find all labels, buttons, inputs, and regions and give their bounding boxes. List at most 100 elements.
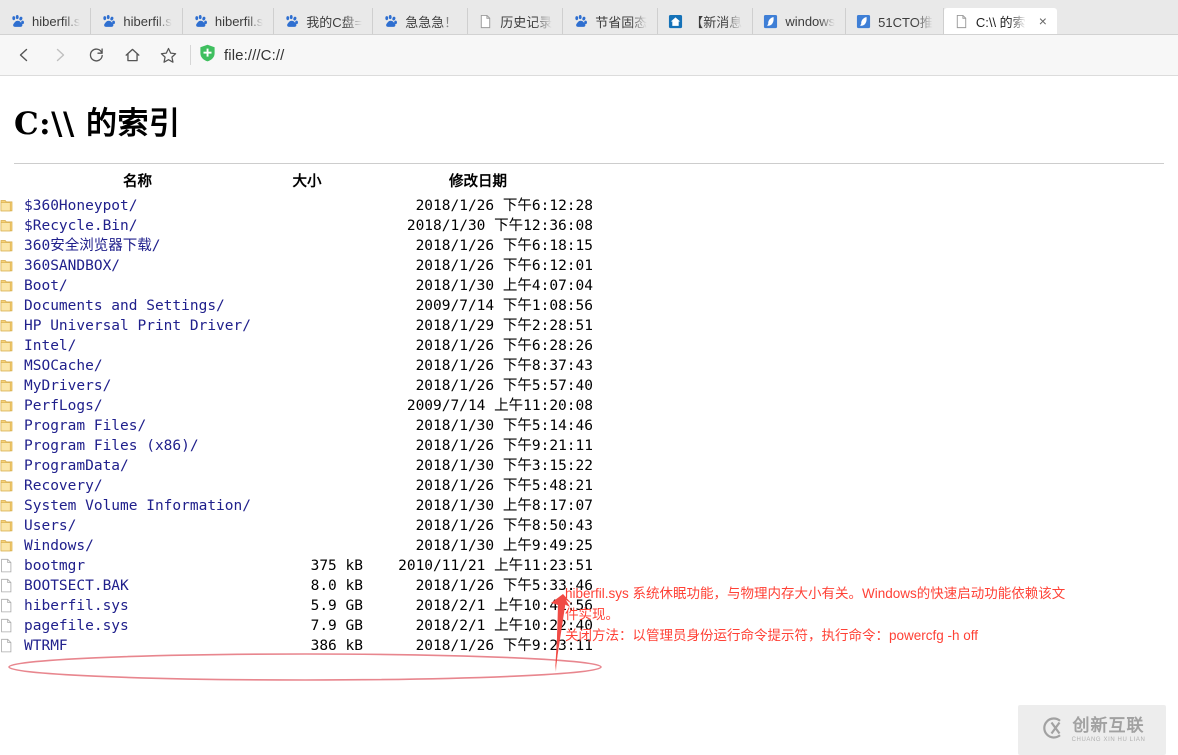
row-name-cell[interactable]: 360SANDBOX/ [24,256,251,276]
url-text[interactable]: file:///C:// [224,47,284,64]
file-icon [1,638,12,653]
row-name-cell[interactable]: PerfLogs/ [24,396,251,416]
column-header-date[interactable]: 修改日期 [363,170,593,196]
tab-6[interactable]: 节省固态 [563,8,659,34]
forward-button[interactable] [42,39,78,71]
row-name-cell[interactable]: $Recycle.Bin/ [24,216,251,236]
tab-1[interactable]: hiberfil.s [91,8,183,34]
row-name-cell[interactable]: Windows/ [24,536,251,556]
row-name-cell[interactable]: bootmgr [24,556,251,576]
row-name-link[interactable]: Documents and Settings/ [24,298,225,314]
table-row[interactable]: bootmgr 375 kB 2010/11/21 上午11:23:51 [0,556,593,576]
table-row[interactable]: HP Universal Print Driver/2018/1/29 下午2:… [0,316,593,336]
row-name-link[interactable]: MSOCache/ [24,358,103,374]
row-name-cell[interactable]: pagefile.sys [24,616,251,636]
row-name-cell[interactable]: Program Files (x86)/ [24,436,251,456]
row-name-link[interactable]: HP Universal Print Driver/ [24,318,251,334]
table-row[interactable]: Program Files/2018/1/30 下午5:14:46 [0,416,593,436]
row-name-cell[interactable]: Users/ [24,516,251,536]
bookmark-star-button[interactable] [150,39,186,71]
row-name-link[interactable]: Users/ [24,518,76,534]
table-row[interactable]: Program Files (x86)/ 2018/1/26 下午9:21:11 [0,436,593,456]
row-name-cell[interactable]: Recovery/ [24,476,251,496]
tab-9[interactable]: 51CTO推 [846,8,944,34]
close-tab-icon[interactable]: × [1039,14,1047,28]
row-date-cell: 2018/1/30 下午12:36:08 [406,218,593,234]
table-row[interactable]: Users/2018/1/26 下午8:50:43 [0,516,593,536]
row-name-cell[interactable]: WTRMF [24,636,251,656]
row-name-link[interactable]: Program Files/ [24,418,146,434]
row-name-cell[interactable]: System Volume Information/ [24,496,251,516]
table-row[interactable]: 360SANDBOX/2018/1/26 下午6:12:01 [0,256,593,276]
table-row[interactable]: BOOTSECT.BAK 8.0 kB 2018/1/26 下午5:33:46 [0,576,593,596]
row-name-link[interactable]: pagefile.sys [24,618,129,634]
tab-2[interactable]: hiberfil.s [183,8,275,34]
row-name-link[interactable]: Intel/ [24,338,76,354]
row-name-cell[interactable]: HP Universal Print Driver/ [24,316,251,336]
row-name-cell[interactable]: MSOCache/ [24,356,251,376]
row-name-link[interactable]: Windows/ [24,538,94,554]
row-name-link[interactable]: 360安全浏览器下载/ [24,238,160,254]
row-name-link[interactable]: PerfLogs/ [24,398,103,414]
row-name-link[interactable]: MyDrivers/ [24,378,111,394]
row-name-cell[interactable]: BOOTSECT.BAK [24,576,251,596]
table-row[interactable]: MyDrivers/2018/1/26 下午5:57:40 [0,376,593,396]
tab-7[interactable]: 【新消息 [658,8,754,34]
row-name-link[interactable]: Boot/ [24,278,68,294]
table-row[interactable]: $360Honeypot/2018/1/26 下午6:12:28 [0,196,593,216]
row-name-cell[interactable]: ProgramData/ [24,456,251,476]
row-name-link[interactable]: Program Files (x86)/ [24,438,199,454]
row-name-cell[interactable]: Program Files/ [24,416,251,436]
table-row[interactable]: Documents and Settings/2009/7/14 下午1:08:… [0,296,593,316]
annotation-line-3: 关闭方法：以管理员身份运行命令提示符，执行命令：powercfg -h off [565,628,979,643]
reload-button[interactable] [78,39,114,71]
table-row[interactable]: 360安全浏览器下载/2018/1/26 下午6:18:15 [0,236,593,256]
row-name-cell[interactable]: Documents and Settings/ [24,296,251,316]
tab-active[interactable]: C:\\ 的索 × [943,8,1057,34]
table-row[interactable]: hiberfil.sys 5.9 GB 2018/2/1 上午10:41:56 [0,596,593,616]
table-row[interactable]: $Recycle.Bin/2018/1/30 下午12:36:08 [0,216,593,236]
row-name-cell[interactable]: Intel/ [24,336,251,356]
table-row[interactable]: Boot/2018/1/30 上午4:07:04 [0,276,593,296]
row-name-link[interactable]: $Recycle.Bin/ [24,218,138,234]
row-name-link[interactable]: BOOTSECT.BAK [24,578,129,594]
column-header-size[interactable]: 大小 [251,170,363,196]
row-icon-cell [0,556,24,576]
row-name-cell[interactable]: MyDrivers/ [24,376,251,396]
back-button[interactable] [6,39,42,71]
row-name-cell[interactable]: $360Honeypot/ [24,196,251,216]
table-row[interactable]: Windows/2018/1/30 上午9:49:25 [0,536,593,556]
folder-icon [0,200,13,212]
table-row[interactable]: ProgramData/2018/1/30 下午3:15:22 [0,456,593,476]
row-date-cell: 2018/1/26 下午5:48:21 [415,478,593,494]
row-name-link[interactable]: bootmgr [24,558,85,574]
row-name-link[interactable]: hiberfil.sys [24,598,129,614]
row-name-link[interactable]: WTRMF [24,638,68,654]
row-name-link[interactable]: 360SANDBOX/ [24,258,120,274]
table-row[interactable]: MSOCache/2018/1/26 下午8:37:43 [0,356,593,376]
tab-5[interactable]: 历史记录 [468,8,564,34]
table-row[interactable]: WTRMF 386 kB 2018/1/26 下午9:23:11 [0,636,593,656]
row-name-link[interactable]: ProgramData/ [24,458,129,474]
tab-8[interactable]: windows [753,8,847,34]
row-name-link[interactable]: Recovery/ [24,478,103,494]
home-button[interactable] [114,39,150,71]
table-row[interactable]: System Volume Information/2018/1/30 上午8:… [0,496,593,516]
tab-4[interactable]: 急急急！ [373,8,469,34]
table-row[interactable]: Intel/2018/1/26 下午6:28:26 [0,336,593,356]
row-name-cell[interactable]: hiberfil.sys [24,596,251,616]
row-name-cell[interactable]: Boot/ [24,276,251,296]
folder-icon [0,440,13,452]
row-icon-cell [0,616,24,636]
table-row[interactable]: PerfLogs/2009/7/14 上午11:20:08 [0,396,593,416]
row-name-link[interactable]: $360Honeypot/ [24,198,138,214]
table-row[interactable]: Recovery/2018/1/26 下午5:48:21 [0,476,593,496]
tab-3[interactable]: 我的C盘= [274,8,374,34]
address-bar[interactable]: file:///C:// [199,44,284,66]
row-name-cell[interactable]: 360安全浏览器下载/ [24,236,251,256]
row-name-link[interactable]: System Volume Information/ [24,498,251,514]
row-size-cell [251,516,363,536]
tab-0[interactable]: hiberfil.s [0,8,92,34]
table-row[interactable]: pagefile.sys 7.9 GB 2018/2/1 上午10:22:40 [0,616,593,636]
column-header-name[interactable]: 名称 [24,170,251,196]
